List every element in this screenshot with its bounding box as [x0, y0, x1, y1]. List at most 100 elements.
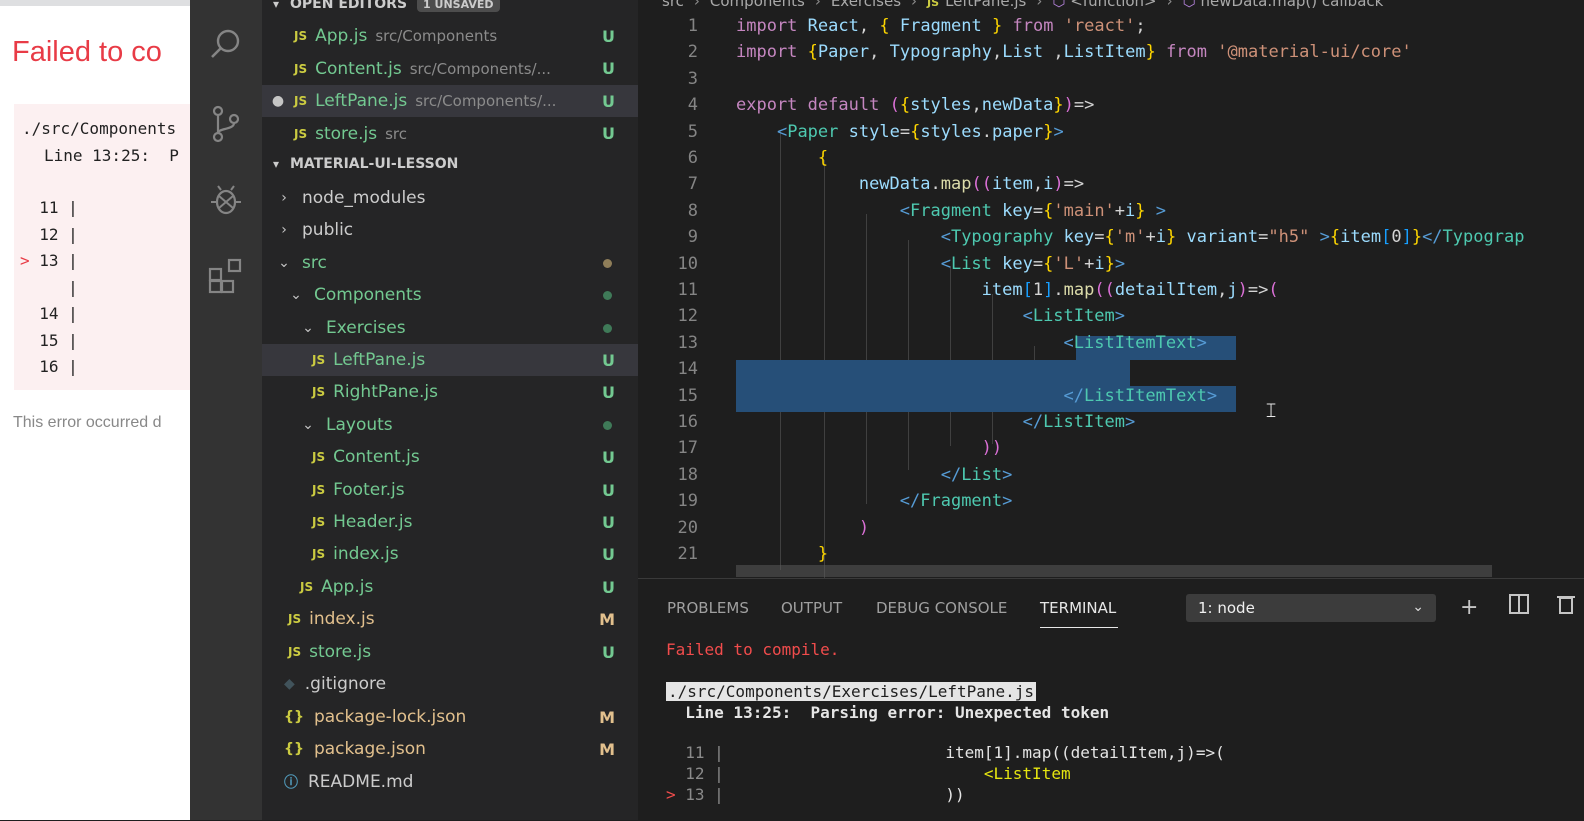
debug-icon[interactable]: [190, 170, 262, 230]
breadcrumb-item[interactable]: Components: [710, 0, 805, 10]
line-number: 18: [677, 464, 698, 485]
tree-file[interactable]: JS RightPane.js U: [262, 376, 638, 408]
terminal-select-value: 1: node: [1198, 599, 1255, 617]
file-name: package-lock.json: [313, 707, 467, 727]
line-number: 14: [677, 359, 698, 380]
tree-folder[interactable]: › node_modules: [262, 182, 638, 214]
git-status-badge: M: [599, 609, 615, 629]
js-file-icon: JS: [312, 385, 326, 399]
file-path: src: [385, 124, 407, 143]
file-name: Layouts: [326, 415, 393, 435]
file-name: Content.js: [315, 58, 402, 79]
terminal-line-code: <ListItem: [733, 764, 1071, 783]
active-tab-indicator: [1040, 627, 1118, 628]
open-editors-header[interactable]: ▾ OPEN EDITORS 1 UNSAVED: [262, 0, 638, 20]
file-name: LeftPane.js: [333, 350, 426, 370]
search-icon[interactable]: [190, 14, 262, 74]
breadcrumb-item[interactable]: LeftPane.js: [945, 0, 1026, 10]
breadcrumb-separator: ›: [814, 0, 821, 10]
js-file-icon: JS: [294, 126, 308, 141]
horizontal-scrollbar[interactable]: [736, 565, 1492, 577]
code-line: export default ({styles,newData})=>: [736, 95, 1095, 116]
git-status-badge: U: [602, 26, 615, 46]
tree-file[interactable]: JS store.js U: [262, 636, 638, 668]
js-file-icon: JS: [312, 450, 326, 464]
text-cursor-icon: 𝙸: [1264, 398, 1279, 422]
line-number: 7: [687, 174, 698, 195]
tree-folder[interactable]: ⌄ src: [262, 247, 638, 279]
tree-folder[interactable]: ⌄ Components: [262, 279, 638, 311]
open-editor-item[interactable]: JS App.js src/Components U: [262, 20, 638, 52]
file-name: store.js: [309, 642, 372, 662]
tree-file[interactable]: ⓘ README.md: [262, 766, 638, 798]
git-status-badge: U: [602, 642, 615, 662]
extensions-icon[interactable]: [190, 246, 262, 306]
breadcrumb-item[interactable]: src: [662, 0, 684, 10]
tab-debug-console[interactable]: DEBUG CONSOLE: [876, 599, 1007, 617]
file-path: src/Components/...: [415, 92, 557, 110]
tree-file[interactable]: ◆ .gitignore: [262, 668, 638, 700]
gutter-number: 12 |: [29, 224, 78, 244]
js-file-icon: JS: [312, 515, 326, 529]
gutter-marker: [20, 331, 30, 350]
breadcrumb-item[interactable]: Exercises: [831, 0, 901, 10]
tree-file[interactable]: {} package-lock.json M: [262, 701, 638, 733]
git-status-badge: U: [602, 544, 615, 564]
tree-file[interactable]: JS LeftPane.js U: [262, 344, 638, 376]
tree-file[interactable]: JS App.js U: [262, 571, 638, 603]
code-line: </ListItemText>: [1063, 385, 1218, 406]
line-number: 17: [677, 438, 698, 459]
chevron-down-icon: ⌄: [278, 255, 290, 271]
code-editor[interactable]: src › Components › Exercises › JS LeftPane.js › ⬡…: [638, 0, 1584, 578]
tree-folder[interactable]: › public: [262, 214, 638, 246]
file-name: package.json: [313, 739, 426, 759]
symbol-icon: ⬡: [1182, 0, 1201, 10]
explorer-sidebar: ▾ OPEN EDITORS 1 UNSAVED JS App.js src/Com…: [262, 0, 638, 820]
trash-icon[interactable]: [1556, 593, 1576, 621]
split-terminal-icon[interactable]: [1508, 593, 1530, 621]
breadcrumb-separator: ›: [1166, 0, 1173, 10]
tree-folder[interactable]: ⌄ Exercises: [262, 312, 638, 344]
tab-terminal[interactable]: TERMINAL: [1040, 599, 1116, 617]
tree-file[interactable]: JS index.js U: [262, 538, 638, 570]
chevron-right-icon: ›: [281, 190, 287, 206]
code-line: </ListItem>: [1022, 412, 1136, 432]
error-overlay-gutter-line: 11 |: [20, 198, 78, 217]
activity-bar: 18: [190, 0, 438, 820]
tree-file[interactable]: JS Header.js U: [262, 506, 638, 538]
new-terminal-icon[interactable]: +: [1460, 595, 1478, 620]
code-line: <Paper style={styles.paper}>: [776, 121, 1064, 142]
code-line: import React, { Fragment } from 'react';: [736, 16, 1146, 36]
terminal-line-number: 12 |: [685, 764, 734, 783]
code-line: import {Paper, Typography,List ,ListItem…: [736, 42, 1412, 63]
js-file-icon: JS: [927, 0, 940, 9]
breadcrumb-item[interactable]: <function>: [1070, 0, 1156, 10]
line-number: 5: [687, 121, 698, 142]
open-editor-item[interactable]: ● JS LeftPane.js src/Components/... U: [262, 85, 638, 117]
tree-file[interactable]: {} package.json M: [262, 733, 638, 765]
tree-file[interactable]: JS Content.js U: [262, 441, 638, 473]
terminal-select[interactable]: 1: node ⌄: [1186, 594, 1436, 622]
line-number: 10: [677, 253, 698, 274]
git-status-badge: U: [602, 577, 615, 597]
breadcrumb-item[interactable]: newData.map() callback: [1201, 0, 1384, 10]
bottom-panel: PROBLEMS OUTPUT DEBUG CONSOLE TERMINAL 1…: [638, 578, 1584, 821]
tab-problems[interactable]: PROBLEMS: [667, 599, 749, 617]
source-control-icon[interactable]: [190, 94, 262, 154]
chevron-right-icon: ›: [281, 222, 287, 238]
json-file-icon: {}: [284, 741, 304, 757]
chevron-down-icon: ⌄: [1412, 599, 1424, 615]
project-header[interactable]: ▾ MATERIAL-UI-LESSON: [262, 148, 638, 180]
gutter-number: 14 |: [29, 304, 78, 323]
open-editor-item[interactable]: JS store.js src U: [262, 118, 638, 150]
tree-folder[interactable]: ⌄ Layouts: [262, 409, 638, 441]
open-editor-item[interactable]: JS Content.js src/Components/... U: [262, 53, 638, 85]
git-status-badge: U: [602, 124, 615, 143]
js-file-icon: JS: [312, 547, 326, 561]
tab-output[interactable]: OUTPUT: [781, 599, 842, 617]
file-name: App.js: [315, 26, 368, 46]
error-overlay-gutter-line: 14 |: [20, 304, 78, 323]
tree-file[interactable]: JS index.js M: [262, 603, 638, 635]
tree-file[interactable]: JS Footer.js U: [262, 474, 638, 506]
line-number: 1: [687, 16, 698, 36]
